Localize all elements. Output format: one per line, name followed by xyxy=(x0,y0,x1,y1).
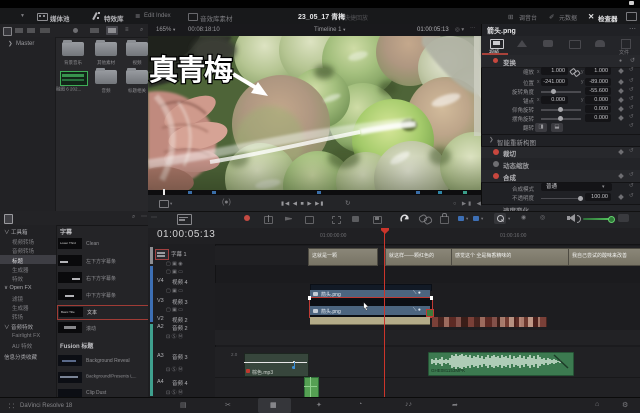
svg-text:真青梅: 真青梅 xyxy=(149,54,233,87)
